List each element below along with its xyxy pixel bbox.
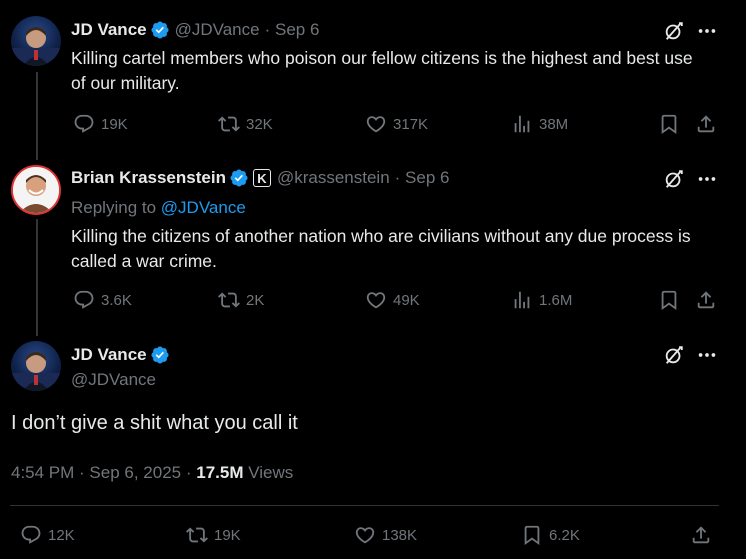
bookmark-button[interactable]: 6.2K (521, 524, 580, 546)
verified-icon (150, 20, 170, 40)
author-handle[interactable]: @JDVance (175, 20, 260, 40)
repost-count: 2K (246, 291, 265, 309)
avatar[interactable] (11, 16, 61, 66)
share-icon[interactable] (695, 289, 717, 311)
more-icon[interactable] (696, 344, 718, 366)
replying-to-label: Replying to (71, 198, 157, 217)
share-icon[interactable] (695, 113, 717, 135)
views-button[interactable]: 38M (511, 113, 568, 135)
avatar-portrait (13, 167, 59, 213)
reply-button[interactable]: 12K (20, 524, 75, 546)
views-label: Views (248, 463, 294, 482)
tweet-timestamp[interactable]: 4:54 PM · Sep 6, 2025 · (11, 463, 192, 482)
avatar[interactable] (11, 165, 61, 215)
reply-count: 19K (101, 115, 128, 133)
views-count: 38M (539, 115, 569, 133)
verified-icon (229, 168, 249, 188)
bookmark-icon[interactable] (658, 289, 680, 311)
bookmark-icon[interactable] (658, 113, 680, 135)
avatar[interactable] (11, 341, 61, 391)
verified-icon (150, 345, 170, 365)
share-icon[interactable] (690, 524, 712, 546)
repost-icon (218, 113, 240, 135)
divider (10, 505, 719, 506)
grok-icon[interactable] (663, 344, 685, 366)
views-count: 1.6M (539, 291, 573, 309)
repost-button[interactable]: 2K (218, 289, 264, 311)
repost-count: 19K (214, 526, 241, 544)
repost-button[interactable]: 19K (186, 524, 241, 546)
like-icon (354, 524, 376, 546)
views-icon (511, 289, 533, 311)
reply-count: 3.6K (101, 291, 132, 309)
author-name[interactable]: JD Vance (71, 20, 147, 40)
tweet-text: Killing the citizens of another nation w… (71, 226, 691, 271)
views-button[interactable]: 1.6M (511, 289, 572, 311)
thread-line (36, 219, 38, 336)
like-icon (365, 113, 387, 135)
thread-line (36, 72, 38, 160)
affiliate-badge[interactable]: K (252, 169, 271, 187)
repost-count: 32K (246, 115, 273, 133)
tweet-text: I don’t give a shit what you call it (11, 412, 298, 434)
like-count: 49K (393, 291, 420, 309)
reply-count: 12K (48, 526, 75, 544)
grok-icon[interactable] (663, 168, 685, 190)
repost-icon (218, 289, 240, 311)
grok-icon[interactable] (663, 20, 685, 42)
avatar-portrait (11, 27, 61, 66)
reply-icon (73, 289, 95, 311)
repost-button[interactable]: 32K (218, 113, 273, 135)
replying-to: Replying to @JDVance (71, 198, 246, 218)
avatar-portrait (11, 352, 61, 391)
views-icon (511, 113, 533, 135)
like-count: 317K (393, 115, 429, 133)
reply-icon (73, 113, 95, 135)
like-button[interactable]: 49K (365, 289, 420, 311)
tweet-date[interactable]: · Sep 6 (265, 20, 320, 40)
like-count: 138K (382, 526, 418, 544)
author-name[interactable]: JD Vance (71, 345, 147, 365)
tweet-text: Killing cartel members who poison our fe… (71, 48, 693, 93)
bookmark-count: 6.2K (549, 526, 580, 544)
repost-icon (186, 524, 208, 546)
views-total: 17.5M (196, 463, 244, 482)
reply-icon (20, 524, 42, 546)
more-icon[interactable] (696, 20, 718, 42)
more-icon[interactable] (696, 168, 718, 190)
bookmark-icon (521, 524, 543, 546)
replying-to-handle[interactable]: @JDVance (161, 198, 246, 217)
author-handle[interactable]: @krassenstein (277, 168, 390, 188)
tweet-meta: 4:54 PM · Sep 6, 2025 · 17.5M Views (11, 463, 293, 483)
author-handle[interactable]: @JDVance (71, 370, 156, 390)
author-name[interactable]: Brian Krassenstein (71, 168, 226, 188)
like-icon (365, 289, 387, 311)
reply-button[interactable]: 3.6K (73, 289, 132, 311)
tweet-date[interactable]: · Sep 6 (395, 168, 450, 188)
like-button[interactable]: 317K (365, 113, 428, 135)
reply-button[interactable]: 19K (73, 113, 128, 135)
like-button[interactable]: 138K (354, 524, 417, 546)
